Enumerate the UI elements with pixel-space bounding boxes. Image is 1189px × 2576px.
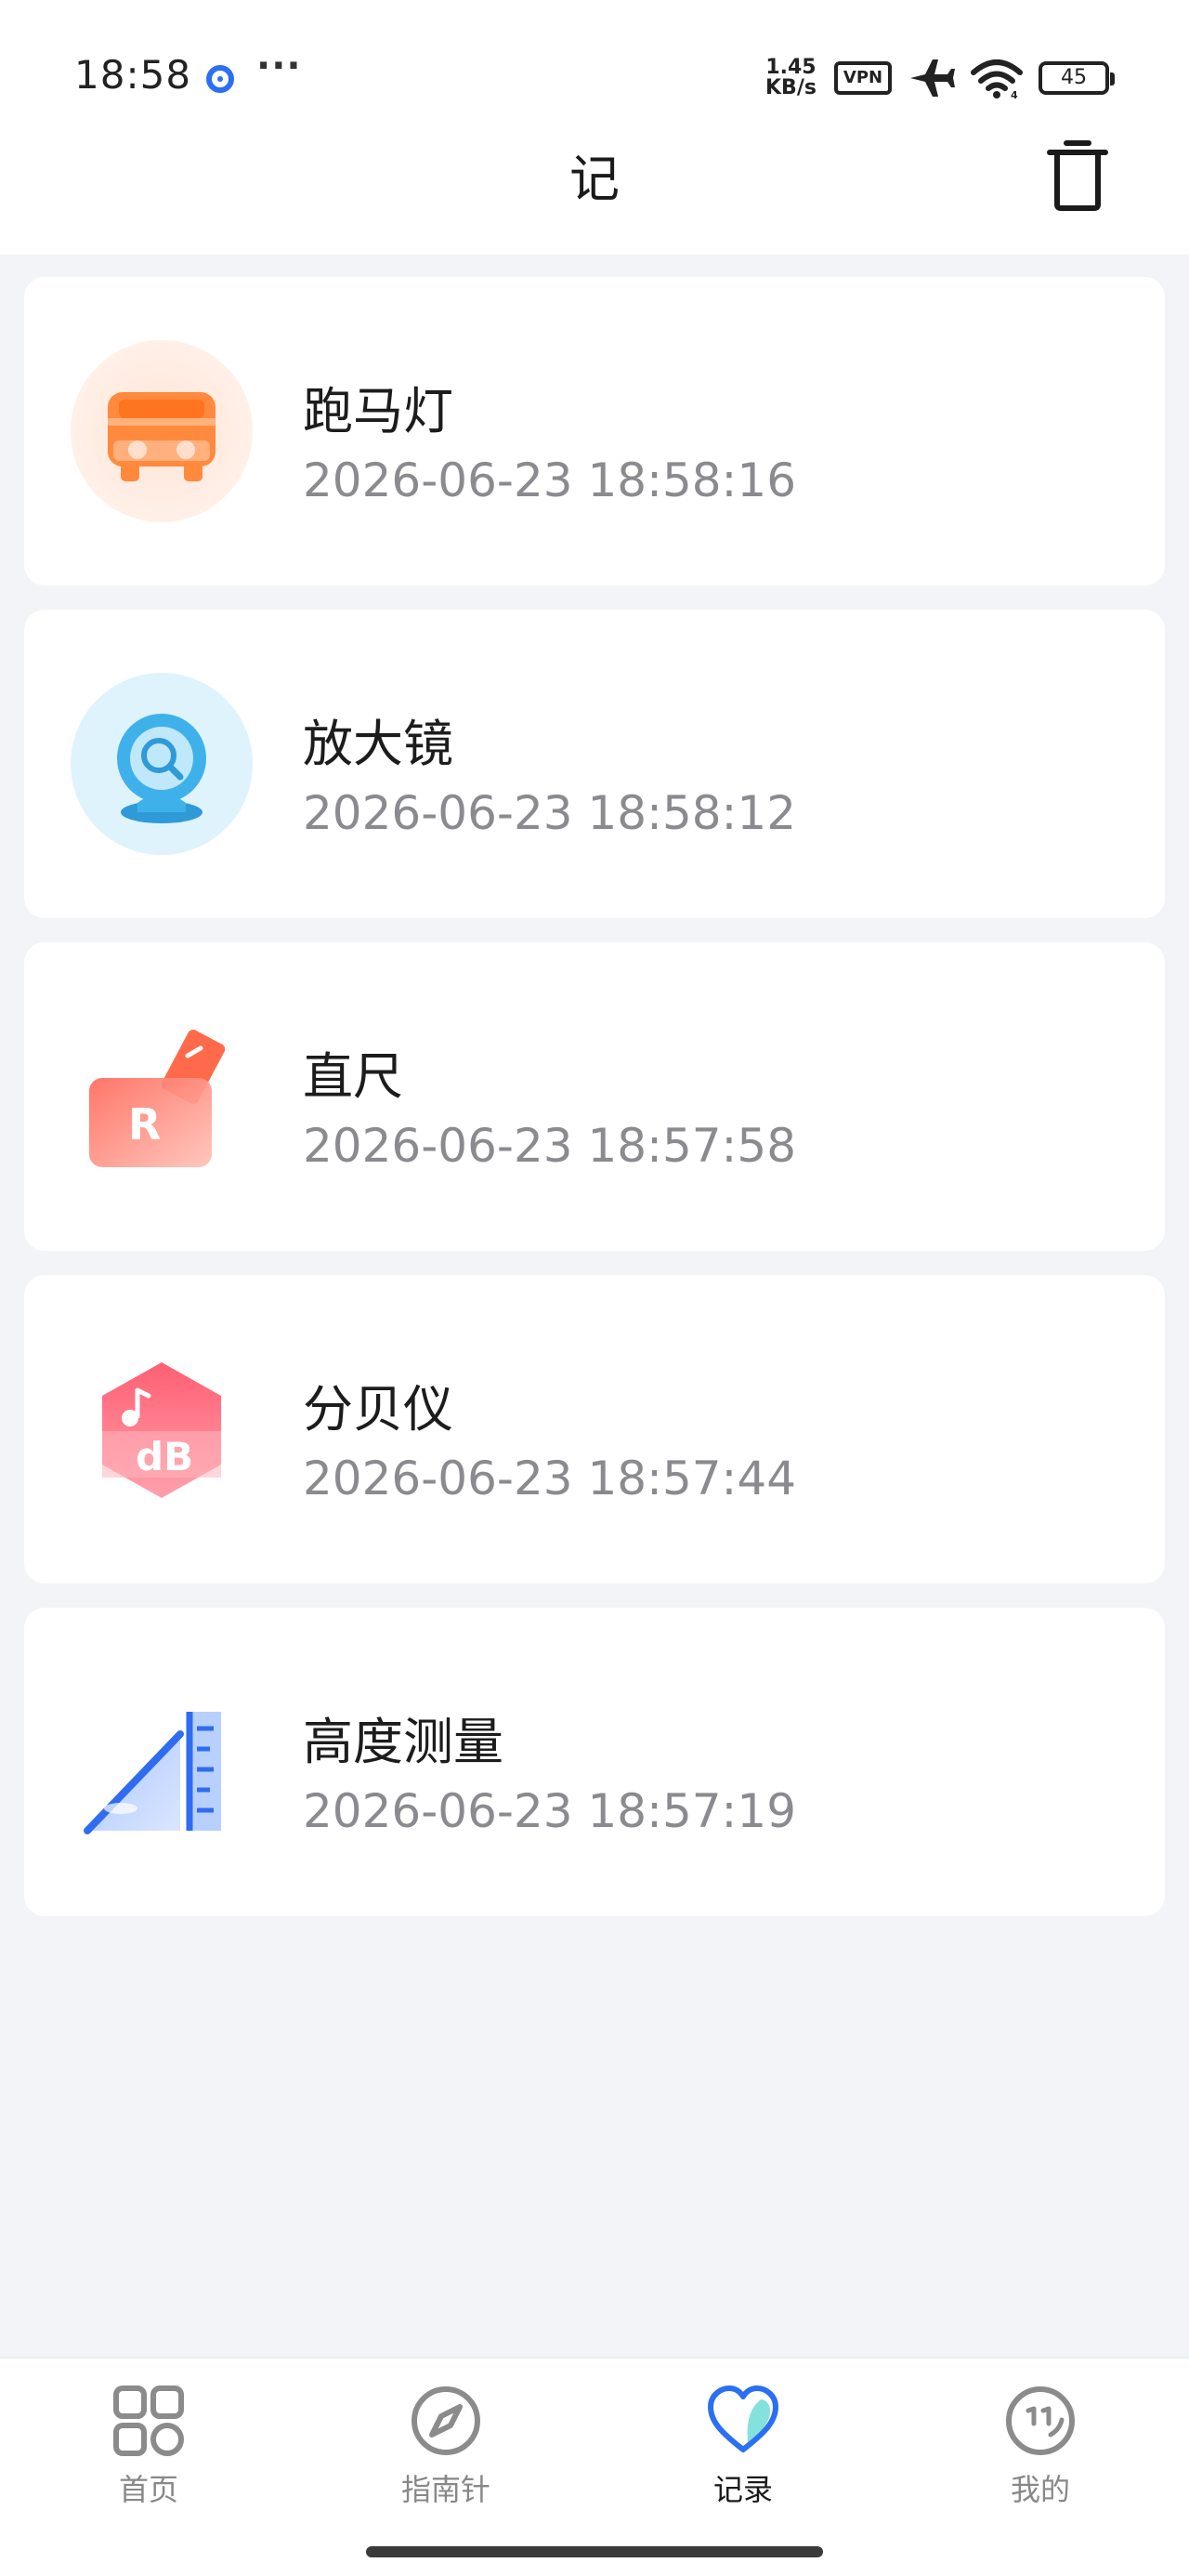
record-card-height[interactable]: 高度测量 2026-06-23 18:57:19 [24, 1608, 1165, 1916]
nav-label: 我的 [1010, 2472, 1070, 2507]
smiley-icon [1006, 2386, 1075, 2455]
status-time: 18:58 [74, 52, 192, 98]
record-time: 2026-06-23 18:57:19 [303, 1784, 797, 1838]
delete-all-button[interactable] [1044, 138, 1111, 212]
nav-label: 首页 [118, 2472, 178, 2507]
more-notifications-icon: ··· [256, 45, 302, 87]
magnifier-icon [71, 673, 253, 855]
app-notification-icon [206, 65, 234, 93]
nav-label: 指南针 [400, 2472, 490, 2507]
records-list: 跑马灯 2026-06-23 18:58:16 放大镜 2026-06-23 1… [24, 277, 1165, 1940]
record-card-ruler[interactable]: R 直尺 2026-06-23 18:57:58 [24, 942, 1165, 1251]
nav-mine[interactable]: 我的 [947, 2381, 1133, 2511]
record-time: 2026-06-23 18:57:44 [303, 1452, 797, 1505]
trash-icon [1047, 140, 1108, 211]
heart-icon [708, 2385, 778, 2452]
home-indicator[interactable] [366, 2546, 823, 2557]
height-measure-icon [84, 1712, 221, 1834]
record-time: 2026-06-23 18:57:58 [303, 1119, 797, 1173]
record-time: 2026-06-23 18:58:16 [303, 453, 797, 507]
vpn-icon: VPN [834, 61, 892, 95]
record-title: 跑马灯 [303, 382, 453, 440]
record-time: 2026-06-23 18:58:12 [303, 786, 797, 840]
nav-label: 记录 [712, 2472, 773, 2507]
page-title: 记 [569, 150, 620, 208]
network-speed-value: 1.45 [765, 56, 817, 79]
nav-compass[interactable]: 指南针 [353, 2381, 539, 2511]
record-title: 高度测量 [303, 1713, 503, 1771]
bottom-nav: 首页 指南针 记录 我的 [0, 2357, 1189, 2576]
battery-icon: 45 [1039, 61, 1115, 95]
ruler-icon-letter: R [128, 1099, 161, 1150]
network-speed-unit: KB/s [765, 76, 817, 99]
record-title: 放大镜 [303, 715, 453, 773]
decibel-icon: dB [102, 1362, 221, 1498]
airplane-icon [910, 59, 955, 97]
compass-icon [412, 2386, 480, 2455]
record-card-marquee[interactable]: 跑马灯 2026-06-23 18:58:16 [24, 277, 1165, 585]
wifi-icon: 4 [971, 59, 1023, 100]
bus-icon [71, 340, 253, 522]
record-title: 直尺 [303, 1047, 403, 1106]
grid-icon [113, 2385, 184, 2456]
network-speed: 1.45 KB/s [765, 58, 817, 99]
ruler-icon: R [89, 1030, 226, 1167]
nav-home[interactable]: 首页 [56, 2381, 242, 2511]
nav-records[interactable]: 记录 [650, 2381, 836, 2511]
svg-text:4: 4 [1011, 89, 1018, 100]
decibel-icon-label: dB [136, 1434, 193, 1479]
record-card-magnifier[interactable]: 放大镜 2026-06-23 18:58:12 [24, 610, 1165, 918]
top-bar: 18:58 ··· 1.45 KB/s VPN 4 45 记 [0, 0, 1189, 255]
record-title: 分贝仪 [303, 1380, 453, 1439]
record-card-decibel[interactable]: dB 分贝仪 2026-06-23 18:57:44 [24, 1275, 1165, 1584]
